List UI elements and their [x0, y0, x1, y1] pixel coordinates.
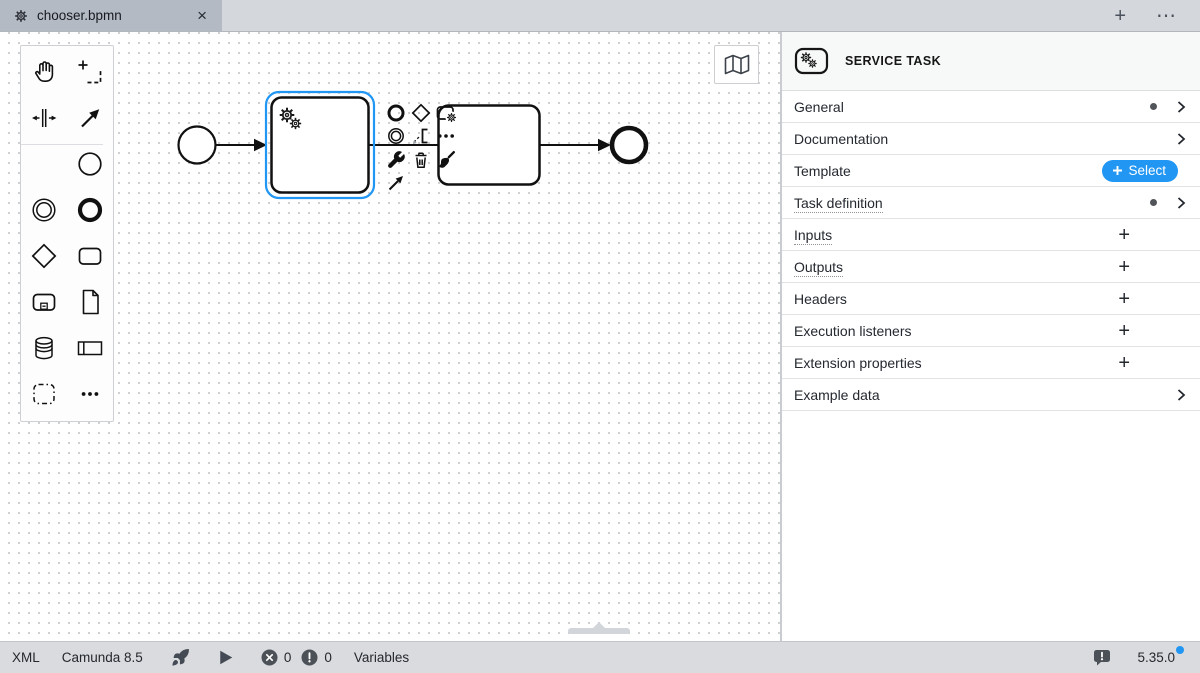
create-group-icon[interactable] [21, 371, 67, 417]
selected-element-title: SERVICE TASK [845, 54, 942, 68]
start-event-shape[interactable] [177, 125, 217, 165]
tab-overflow-button[interactable]: ⋯ [1156, 6, 1176, 26]
end-event-shape[interactable] [609, 125, 649, 165]
group-example-data[interactable]: Example data [782, 379, 1200, 411]
warning-icon [301, 649, 318, 666]
sequence-flow-1[interactable] [216, 138, 267, 152]
create-end-event-icon[interactable] [67, 187, 113, 233]
tab-bar: chooser.bpmn × + ⋯ [0, 0, 1200, 32]
service-task-icon [794, 47, 829, 74]
expand-caret-icon [592, 622, 606, 629]
create-gateway-icon[interactable] [21, 233, 67, 279]
append-end-event-icon[interactable] [383, 101, 408, 125]
chevron-right-icon [1177, 196, 1186, 209]
properties-panel-header: SERVICE TASK [782, 32, 1200, 91]
add-header-button[interactable]: + [1118, 289, 1130, 309]
configured-dot-indicator [1150, 199, 1157, 206]
append-intermediate-event-icon[interactable] [383, 125, 408, 149]
sequence-flow-3[interactable] [540, 138, 611, 152]
minimap-toggle-button[interactable] [714, 45, 759, 84]
palette [20, 45, 114, 422]
set-color-brush-icon[interactable] [433, 148, 458, 172]
create-data-store-icon[interactable] [21, 325, 67, 371]
create-participant-icon[interactable] [67, 325, 113, 371]
start-instance-button[interactable] [218, 649, 233, 666]
space-tool-icon[interactable] [21, 95, 67, 141]
tab-chooser-bpmn[interactable]: chooser.bpmn × [0, 0, 222, 31]
group-outputs[interactable]: Outputs + [782, 251, 1200, 283]
append-task-icon[interactable] [433, 101, 458, 125]
global-connect-tool-icon[interactable] [67, 95, 113, 141]
create-task-icon[interactable] [67, 233, 113, 279]
create-start-event-icon[interactable] [67, 141, 113, 187]
warning-count: 0 [324, 650, 332, 665]
add-output-button[interactable]: + [1118, 257, 1130, 277]
error-icon [261, 649, 278, 666]
engine-version-button[interactable]: Camunda 8.5 [62, 650, 143, 665]
close-tab-icon[interactable]: × [194, 7, 210, 24]
group-documentation[interactable]: Documentation [782, 123, 1200, 155]
create-data-object-icon[interactable] [67, 279, 113, 325]
report-issue-button[interactable] [1093, 649, 1111, 666]
select-template-button[interactable]: Select [1102, 159, 1178, 182]
create-subprocess-icon[interactable] [21, 279, 67, 325]
feedback-icon [1094, 650, 1111, 666]
tab-title: chooser.bpmn [37, 8, 122, 23]
variables-button[interactable]: Variables [354, 650, 409, 665]
add-extension-property-button[interactable]: + [1118, 353, 1130, 373]
errors-status[interactable]: 0 [261, 649, 292, 666]
add-execution-listener-button[interactable]: + [1118, 321, 1130, 341]
new-tab-button[interactable]: + [1114, 6, 1126, 26]
append-text-annotation-icon[interactable] [408, 125, 433, 149]
group-inputs[interactable]: Inputs + [782, 219, 1200, 251]
bpmn-gear-icon [14, 8, 28, 23]
group-extension-properties[interactable]: Extension properties + [782, 347, 1200, 379]
group-execution-listeners[interactable]: Execution listeners + [782, 315, 1200, 347]
update-available-dot [1176, 646, 1184, 654]
add-input-button[interactable]: + [1118, 225, 1130, 245]
lasso-tool-icon[interactable] [67, 49, 113, 95]
deploy-button[interactable] [171, 648, 190, 667]
properties-panel: SERVICE TASK General Documentation Templ… [781, 32, 1200, 641]
more-append-options-icon[interactable] [433, 125, 458, 149]
connect-icon[interactable] [383, 172, 408, 196]
create-intermediate-event-icon[interactable] [21, 187, 67, 233]
delete-trash-icon[interactable] [408, 148, 433, 172]
group-headers[interactable]: Headers + [782, 283, 1200, 315]
plus-icon [1113, 165, 1123, 175]
more-entries-icon[interactable] [67, 371, 113, 417]
chevron-right-icon [1177, 100, 1186, 113]
status-bar: XML Camunda 8.5 0 0 Variables 5.35.0 [0, 641, 1200, 673]
xml-toggle-button[interactable]: XML [12, 650, 40, 665]
change-element-wrench-icon[interactable] [383, 148, 408, 172]
group-task-definition[interactable]: Task definition [782, 187, 1200, 219]
context-pad [383, 101, 458, 195]
app-version[interactable]: 5.35.0 [1137, 646, 1184, 665]
camunda-modeler-window: chooser.bpmn × + ⋯ SERVICE TASK General … [0, 0, 1200, 673]
bottom-panel-resize-handle[interactable] [568, 622, 630, 634]
hand-tool-icon[interactable] [21, 49, 67, 95]
play-icon [220, 650, 233, 665]
append-gateway-icon[interactable] [408, 101, 433, 125]
error-count: 0 [283, 650, 292, 665]
chevron-right-icon [1177, 132, 1186, 145]
group-general[interactable]: General [782, 91, 1200, 123]
warnings-status[interactable]: 0 [301, 649, 332, 666]
group-template[interactable]: Template Select [782, 155, 1200, 187]
map-icon [724, 54, 749, 75]
configured-dot-indicator [1150, 103, 1157, 110]
chevron-right-icon [1177, 388, 1186, 401]
rocket-icon [172, 649, 189, 666]
